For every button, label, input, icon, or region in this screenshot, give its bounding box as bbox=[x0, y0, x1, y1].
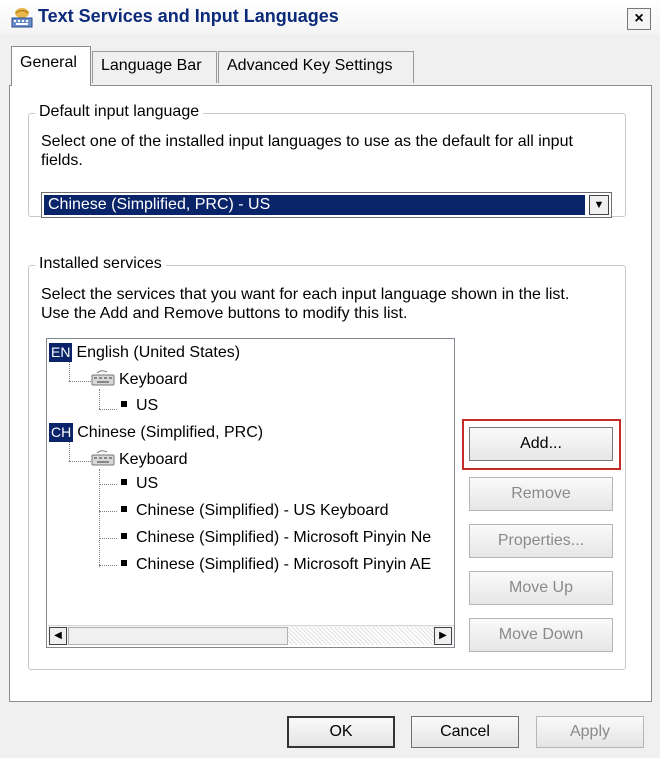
tab-advanced-key-settings[interactable]: Advanced Key Settings bbox=[218, 51, 414, 83]
add-button[interactable]: Add... bbox=[469, 427, 613, 461]
tree-connector bbox=[99, 409, 117, 410]
language-badge-ch: CH bbox=[49, 423, 74, 442]
installed-services-tree[interactable]: EN English (United States) Keyboard US CH… bbox=[46, 338, 455, 648]
bullet-icon bbox=[121, 401, 127, 407]
language-badge-en: EN bbox=[49, 343, 73, 362]
tab-language-bar[interactable]: Language Bar bbox=[92, 51, 217, 83]
tree-item-layout[interactable]: Chinese (Simplified) - Microsoft Pinyin … bbox=[121, 555, 431, 575]
installed-services-description: Select the services that you want for ea… bbox=[41, 286, 570, 322]
tree-item-english[interactable]: EN English (United States) bbox=[49, 343, 240, 363]
scroll-right-arrow-icon[interactable]: ▶ bbox=[434, 627, 452, 645]
close-button[interactable]: × bbox=[627, 8, 651, 30]
bullet-icon bbox=[121, 479, 127, 485]
move-down-button[interactable]: Move Down bbox=[469, 618, 613, 652]
bullet-icon bbox=[121, 506, 127, 512]
keyboard-icon bbox=[91, 450, 115, 466]
chevron-down-icon[interactable]: ▼ bbox=[589, 195, 609, 215]
tree-connector bbox=[99, 511, 117, 512]
tree-item-layout[interactable]: Chinese (Simplified) - US Keyboard bbox=[121, 501, 389, 521]
tree-connector bbox=[69, 361, 70, 381]
apply-button[interactable]: Apply bbox=[536, 716, 644, 748]
tree-item-layout[interactable]: US bbox=[121, 474, 158, 494]
tree-item-keyboard[interactable]: Keyboard bbox=[91, 369, 188, 390]
dropdown-selected-value: Chinese (Simplified, PRC) - US bbox=[44, 195, 585, 215]
tree-item-keyboard[interactable]: Keyboard bbox=[91, 449, 188, 470]
scrollbar-thumb[interactable] bbox=[68, 627, 288, 645]
tree-connector bbox=[69, 441, 70, 461]
horizontal-scrollbar[interactable]: ◀ ▶ bbox=[48, 625, 454, 645]
tab-general[interactable]: General bbox=[11, 46, 91, 86]
keyboard-icon bbox=[91, 370, 115, 386]
tree-connector bbox=[99, 484, 117, 485]
tree-item-chinese[interactable]: CH Chinese (Simplified, PRC) bbox=[49, 423, 263, 443]
tree-connector bbox=[69, 381, 91, 382]
remove-button[interactable]: Remove bbox=[469, 477, 613, 511]
move-up-button[interactable]: Move Up bbox=[469, 571, 613, 605]
tree-item-layout[interactable]: Chinese (Simplified) - Microsoft Pinyin … bbox=[121, 528, 431, 548]
tree-item-layout[interactable]: US bbox=[121, 396, 158, 416]
title-bar: Text Services and Input Languages × bbox=[0, 0, 660, 34]
default-language-dropdown[interactable]: Chinese (Simplified, PRC) - US ▼ bbox=[41, 192, 612, 218]
scroll-left-arrow-icon[interactable]: ◀ bbox=[49, 627, 67, 645]
properties-button[interactable]: Properties... bbox=[469, 524, 613, 558]
group-label: Installed services bbox=[35, 255, 166, 273]
tree-connector bbox=[99, 565, 117, 566]
tree-connector bbox=[69, 461, 91, 462]
bullet-icon bbox=[121, 560, 127, 566]
tree-connector bbox=[99, 389, 100, 409]
bullet-icon bbox=[121, 533, 127, 539]
group-label: Default input language bbox=[35, 103, 204, 121]
keyboard-language-icon bbox=[11, 8, 33, 28]
scrollbar-track[interactable] bbox=[288, 627, 434, 645]
cancel-button[interactable]: Cancel bbox=[411, 716, 519, 748]
default-language-description: Select one of the installed input langua… bbox=[41, 133, 573, 169]
ok-button[interactable]: OK bbox=[287, 716, 395, 748]
tree-connector bbox=[99, 538, 117, 539]
window-title: Text Services and Input Languages bbox=[38, 6, 339, 26]
